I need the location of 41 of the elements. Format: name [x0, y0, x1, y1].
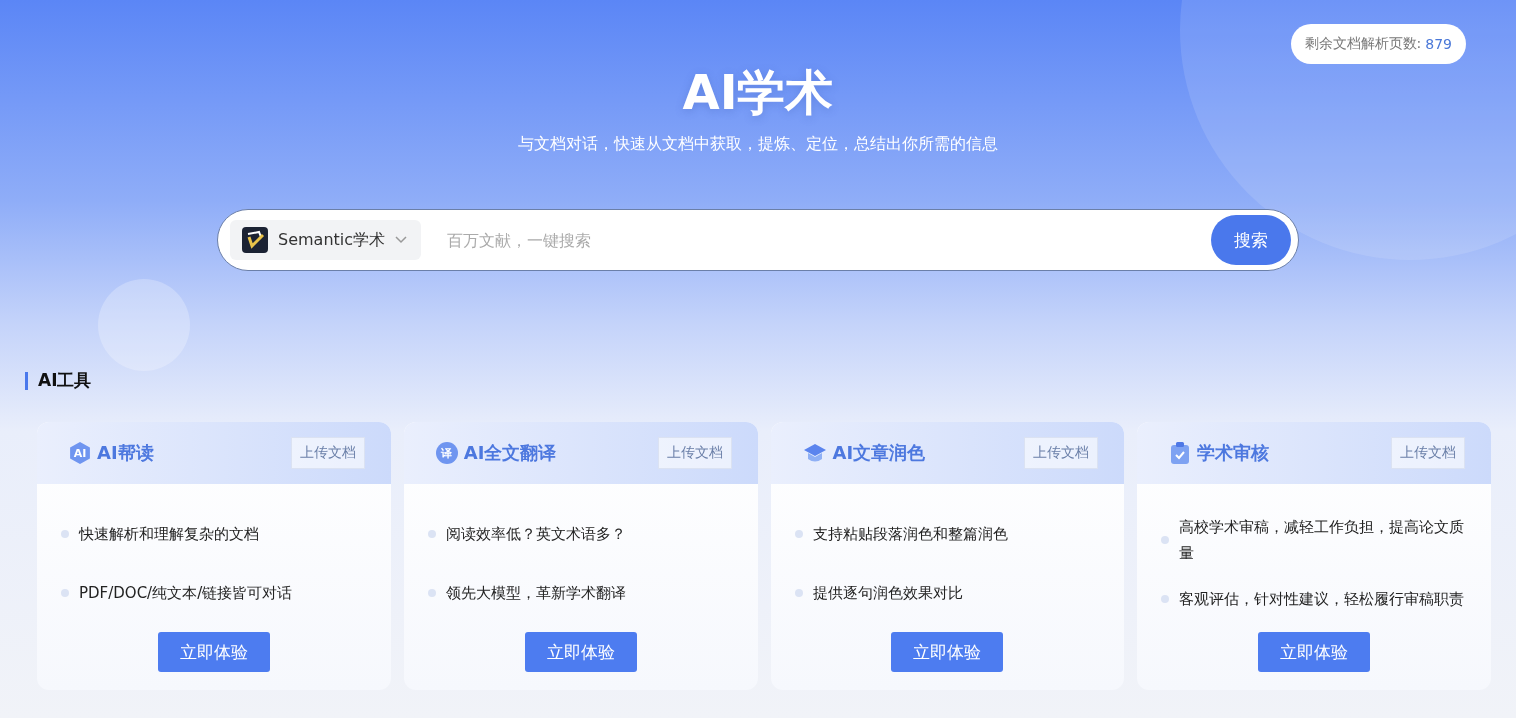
feature-text: 支持粘贴段落润色和整篇润色: [812, 523, 1008, 545]
feature-text: PDF/DOC/纯文本/链接皆可对话: [79, 582, 293, 604]
source-dropdown[interactable]: Semantic学术: [230, 220, 422, 260]
logo-icon: [242, 227, 268, 253]
bullet-icon: [1161, 595, 1170, 603]
upload-button[interactable]: 上传文档: [1391, 437, 1465, 469]
try-button[interactable]: 立即体验: [891, 632, 1004, 672]
page-subtitle: 与文档对话，快速从文档中获取，提炼、定位，总结出你所需的信息: [517, 134, 999, 155]
bullet-icon: [794, 588, 803, 597]
bullet-icon: [427, 588, 436, 597]
feature-text: 阅读效率低？英文术语多？: [445, 523, 626, 545]
bullet-icon: [427, 529, 436, 538]
card-title: AI文章润色: [832, 441, 927, 465]
clipboard-icon: [1169, 441, 1192, 465]
card-title: AI帮读: [97, 441, 155, 465]
bullet-icon: [1161, 536, 1170, 544]
bullet-icon: [794, 529, 803, 538]
search-button[interactable]: 搜索: [1211, 215, 1291, 265]
upload-button[interactable]: 上传文档: [657, 437, 732, 469]
card-title: 学术审核: [1197, 441, 1271, 465]
feature-text: 客观评估，针对性建议，轻松履行审稿职责: [1179, 589, 1465, 610]
search-field[interactable]: 百万文献，一键搜索: [445, 229, 1187, 251]
bullet-icon: [61, 529, 69, 538]
card-title: AI全文翻译: [463, 441, 558, 465]
page-title: AI学术: [681, 64, 835, 120]
upload-button[interactable]: 上传文档: [1024, 437, 1099, 469]
upload-button[interactable]: 上传文档: [290, 437, 365, 469]
quota-badge: 剩余文档解析页数: 879: [1290, 24, 1466, 64]
try-button[interactable]: 立即体验: [157, 632, 270, 672]
feature-text: 快速解析和理解复杂的文档: [79, 523, 259, 545]
try-button[interactable]: 立即体验: [524, 632, 637, 672]
feature-text: 领先大模型，革新学术翻译: [445, 582, 626, 604]
translate-badge-icon: 译: [435, 442, 458, 464]
section-title: AI工具: [38, 369, 92, 392]
bullet-icon: [61, 588, 69, 597]
feature-text: 高校学术审稿，减轻工作负担，提高论文质量: [1179, 517, 1466, 564]
try-button[interactable]: 立即体验: [1258, 632, 1371, 672]
feature-text: 提供逐句润色效果对比: [812, 582, 963, 604]
chevron-down-icon: [395, 236, 408, 244]
ai-badge-icon: AI: [69, 442, 91, 464]
graduation-cap-icon: [802, 442, 827, 464]
